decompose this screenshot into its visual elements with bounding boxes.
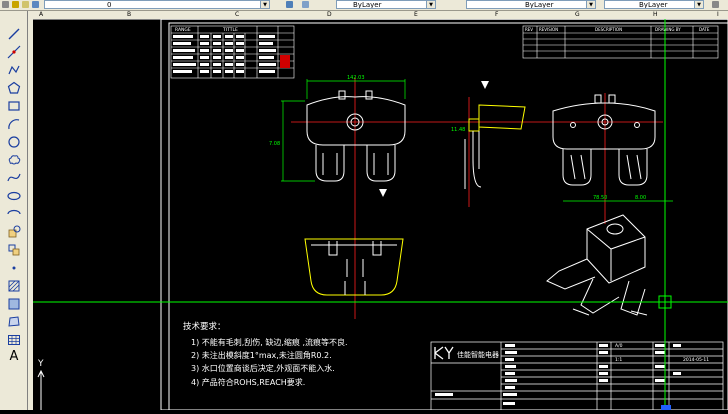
column-label: I: [717, 11, 719, 18]
text-tool-label: A: [9, 349, 19, 364]
dim-bottom-a: 78.50: [593, 195, 607, 201]
lineweight-dropdown[interactable]: ByLayer ▼: [604, 0, 704, 9]
front-view: [306, 90, 406, 182]
bottom-view: [304, 238, 404, 296]
column-label: A: [39, 11, 44, 18]
polygon-tool[interactable]: [7, 81, 21, 95]
toolbar-overflow-icon[interactable]: [712, 1, 719, 8]
range-table-red-marker: [280, 55, 290, 68]
revision-header-drawing-by: DRAWING BY: [655, 27, 681, 32]
point-tool[interactable]: [7, 261, 21, 275]
side-view-marker: [481, 81, 489, 89]
sun-icon[interactable]: [22, 1, 29, 8]
column-label: F: [495, 11, 499, 18]
column-label: H: [653, 11, 658, 18]
sheet-size: A/0: [615, 343, 623, 349]
ucs-y-label: Y: [37, 359, 44, 369]
drawing-canvas[interactable]: RANGE TITTLE REV REVISION DESCRIPTION DR…: [33, 18, 728, 411]
layer-previous-icon[interactable]: [302, 1, 309, 8]
color-value: ByLayer: [353, 1, 382, 9]
company-logo: [434, 346, 454, 360]
drawing-scale: 1:1: [615, 357, 622, 363]
gradient-tool[interactable]: [7, 297, 21, 311]
side-view: [464, 104, 526, 189]
region-tool[interactable]: [7, 315, 21, 329]
revision-header-date: DATE: [699, 27, 710, 32]
column-label: G: [575, 11, 580, 18]
spline-tool[interactable]: [7, 171, 21, 185]
drawing-svg[interactable]: RANGE TITTLE REV REVISION DESCRIPTION DR…: [33, 18, 728, 411]
crosshair-cursor: [33, 19, 728, 410]
line-tool[interactable]: [7, 27, 21, 41]
light-bulb-icon[interactable]: [12, 1, 19, 8]
table-tool[interactable]: [7, 333, 21, 347]
linetype-value: ByLayer: [525, 1, 554, 9]
insert-block-tool[interactable]: [7, 225, 21, 239]
isometric-view: [546, 214, 648, 316]
tech-requirement-4: 4) 产品符合ROHS,REACH要求.: [191, 377, 305, 387]
chevron-down-icon[interactable]: ▼: [426, 1, 435, 8]
dim-top-width: 142.03: [347, 75, 365, 81]
layer-properties-icon[interactable]: [2, 1, 9, 8]
range-title: RANGE: [175, 27, 191, 33]
lock-icon[interactable]: [32, 1, 39, 8]
lineweight-value: ByLayer: [639, 1, 668, 9]
column-label: E: [414, 11, 418, 18]
tech-requirements-title: 技术要求：: [183, 321, 226, 332]
layer-dropdown[interactable]: 0 ▼: [44, 0, 270, 9]
ucs-icon: [37, 369, 45, 410]
column-label: B: [127, 11, 132, 18]
make-current-layer-icon[interactable]: [286, 1, 293, 8]
arc-tool[interactable]: [7, 117, 21, 131]
front-view-dimensions: [281, 79, 406, 182]
rectangle-tool[interactable]: [7, 99, 21, 113]
draw-toolbar: A: [0, 11, 28, 410]
dim-side-depth: 11.48: [451, 127, 465, 133]
drawing-date: 2014-05-11: [683, 357, 709, 363]
polyline-tool[interactable]: [7, 63, 21, 77]
linetype-dropdown[interactable]: ByLayer ▼: [466, 0, 596, 9]
make-block-tool[interactable]: [7, 243, 21, 257]
hatch-tool[interactable]: [7, 279, 21, 293]
dim-side-height: 7.08: [269, 141, 280, 147]
revision-cloud-tool[interactable]: [7, 153, 21, 167]
ellipse-arc-tool[interactable]: [7, 207, 21, 221]
chevron-down-icon[interactable]: ▼: [586, 1, 595, 8]
revision-header-revision: REVISION: [539, 27, 558, 32]
revision-header-description: DESCRIPTION: [595, 27, 622, 32]
column-label: C: [235, 11, 240, 18]
revision-header-rev: REV: [525, 27, 533, 32]
multiline-text-tool[interactable]: A: [7, 350, 21, 364]
chevron-down-icon[interactable]: ▼: [260, 1, 269, 8]
construction-line-tool[interactable]: [7, 45, 21, 59]
front-view-marker: [379, 189, 387, 197]
layer-value: 0: [107, 1, 112, 9]
dim-bottom-b: 8.00: [635, 195, 646, 201]
ellipse-tool[interactable]: [7, 189, 21, 203]
tech-requirement-2: 2) 未注出模斜度1°max,未注圆角R0.2.: [191, 350, 332, 360]
tech-requirement-1: 1) 不能有毛刺,刮伤, 缺边,缩痕 ,流痕等不良.: [191, 337, 348, 347]
circle-tool[interactable]: [7, 135, 21, 149]
rear-view: [552, 94, 656, 186]
tittle-header: TITTLE: [222, 27, 238, 33]
properties-toolbar: 0 ▼ ByLayer ▼ ByLayer ▼ ByLayer ▼: [0, 0, 728, 11]
column-label: D: [327, 11, 332, 18]
company-name: 佳能智能电器: [457, 350, 499, 359]
tech-requirement-3: 3) 水口位置商谈后决定,外观面不能入水.: [191, 363, 335, 373]
color-dropdown[interactable]: ByLayer ▼: [336, 0, 436, 9]
chevron-down-icon[interactable]: ▼: [694, 1, 703, 8]
grip-marker: [661, 405, 671, 410]
